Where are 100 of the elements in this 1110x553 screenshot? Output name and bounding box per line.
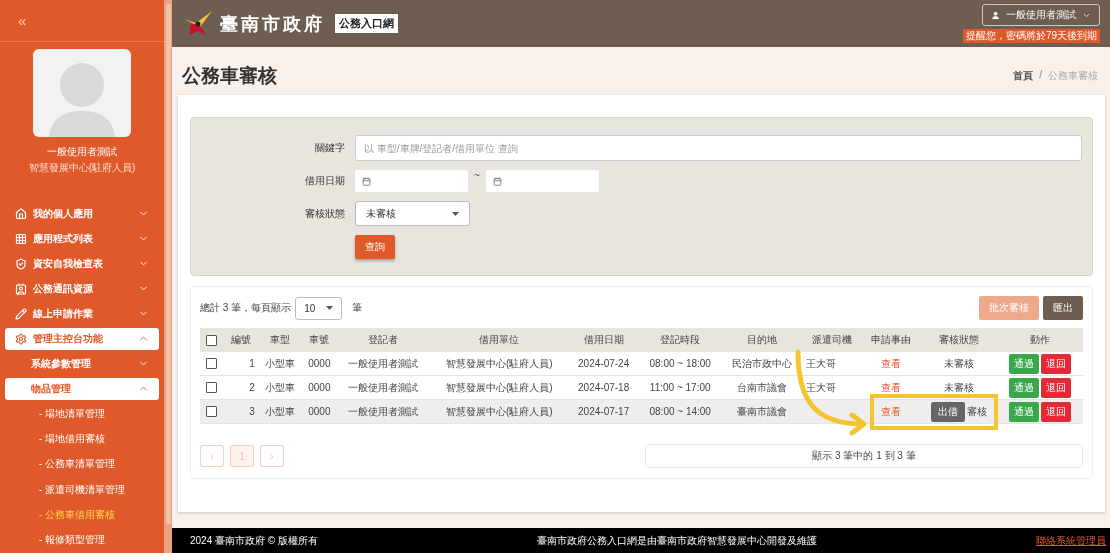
column-header: 登記者 [336,328,431,352]
table-cell: 2024-07-18 [568,375,639,400]
row-checkbox[interactable] [206,406,218,418]
menu-item[interactable]: 管理主控台功能 [5,327,159,350]
site-name: 臺南市政府 [220,11,325,36]
user-name: 一般使用者測試 [46,145,118,160]
approve-button[interactable]: 通過 [1008,353,1039,374]
date-field[interactable] [355,170,468,192]
table-cell: 民治市政中心 [721,352,803,376]
status-text: 未審核 [943,357,974,369]
shield-icon [15,257,27,270]
scrollbar-thumb[interactable] [165,4,171,524]
caret-icon [326,306,334,310]
table-cell: 08:00 ~ 14:00 [638,399,722,424]
status-text: 審核 [966,405,987,417]
calendar-icon [492,176,502,186]
table-cell: 小型車 [257,352,302,376]
date-field[interactable] [485,170,599,192]
column-header: 申請事由 [861,328,921,352]
caret-icon [452,211,459,216]
table-row[interactable]: 1 小型車 0000 一般使用者測試 智慧發展中心(駐府人員) 2024-07-24 08:00 ~ 18:00 民治市政中心 王大哥 查看 未審核 通過 退回 [200,352,1083,376]
menu-item[interactable]: 公務通訊資源 [5,277,159,300]
select-all-checkbox[interactable] [206,334,218,346]
approve-button[interactable]: 通過 [1008,377,1039,398]
logo-icon [182,10,214,37]
table-cell: 1 [223,352,258,376]
table-cell: 一般使用者測試 [336,352,431,376]
export-button[interactable]: 匯出 [1043,296,1083,320]
column-header: 派遣司機 [802,328,862,352]
field-label: 借用日期 [304,174,345,188]
submenu-item[interactable]: - 場地借用審核 [5,426,159,452]
field-label: 關鍵字 [314,141,345,155]
menu-item[interactable]: 物品管理 [5,377,159,400]
user-icon [991,10,1000,20]
table-cell: 一般使用者測試 [336,399,431,424]
submenu-item[interactable]: - 報修類型管理 [5,527,159,553]
table-cell: 2024-07-24 [568,352,639,376]
table-cell: 0000 [302,375,337,400]
breadcrumb-link[interactable]: 公務車審核 [1048,69,1098,83]
table-cell: 11:00 ~ 17:00 [638,375,722,400]
column-header: 車型 [257,328,302,352]
range-separator: ~ [474,170,480,181]
table-cell: 臺南市議會 [721,399,803,424]
row-checkbox[interactable] [206,358,218,370]
table-cell: 王大哥 [802,375,862,400]
column-header: 編號 [223,328,258,352]
table-cell: 2024-07-17 [568,399,639,424]
tooltip: 出借 [930,401,965,422]
search-button[interactable]: 查詢 [355,235,395,259]
field-label: 審核狀態 [304,206,345,221]
user-menu-button[interactable]: 一般使用者測試 [982,4,1100,26]
menu-item[interactable]: 線上申請作業 [5,302,159,325]
table-cell: 一般使用者測試 [336,375,431,400]
table-cell: 台南市議會 [721,375,803,400]
column-header: 審核狀態 [920,328,997,352]
portal-badge: 公務入口網 [335,14,398,33]
user-unit: 智慧發展中心(駐府人員) [27,161,137,176]
reject-button[interactable]: 退回 [1040,377,1071,398]
password-notice: 提醒您，密碼將於79天後到期 [962,29,1100,43]
column-header: 登記時段 [638,328,722,352]
table-cell: 智慧發展中心(駐府人員) [430,399,569,424]
table-cell: 小型車 [257,375,302,400]
record-summary: 顯示 3 筆中的 1 到 3 筆 [645,444,1083,468]
status-select[interactable]: 未審核 [355,201,470,226]
table-cell: 智慧發展中心(駐府人員) [430,352,569,376]
menu-item[interactable]: 我的個人應用 [5,202,159,225]
keyword-field[interactable]: 以 車型/車牌/登記者/借用單位 查詢 [355,135,1082,161]
pen-icon [15,307,27,320]
page-size-select[interactable]: 10 [295,296,343,320]
copyright-text: 2024 臺南市政府 © 版權所有 [190,533,318,548]
reject-button[interactable]: 退回 [1040,401,1071,422]
batch-review-button[interactable]: 批次審核 [979,296,1039,320]
contact-admin-link[interactable]: 聯絡系統管理員 [1036,533,1106,548]
view-link[interactable]: 查看 [881,381,902,393]
column-header: 車號 [302,328,337,352]
table-cell: 08:00 ~ 18:00 [638,352,722,376]
row-checkbox[interactable] [206,382,218,394]
submenu-item[interactable]: - 派遣司機清單管理 [5,477,159,503]
table-cell: 智慧發展中心(駐府人員) [430,375,569,400]
column-header: 借用日期 [568,328,639,352]
view-link[interactable]: 查看 [881,405,902,417]
menu-item[interactable]: 資安自我檢查表 [5,252,159,275]
column-header: 借用單位 [430,328,569,352]
breadcrumb-link[interactable]: 首頁 [1013,69,1034,83]
menu-item[interactable]: 系統參數管理 [5,352,159,375]
submenu-item[interactable]: - 公務車借用審核 [5,502,159,528]
column-header: 目的地 [721,328,803,352]
calendar-icon [362,176,371,186]
home-icon [15,207,27,220]
menu-item[interactable]: 應用程式列表 [5,227,159,250]
approve-button[interactable]: 通過 [1008,401,1039,422]
submenu-item[interactable]: - 場地清單管理 [5,401,159,427]
reject-button[interactable]: 退回 [1040,353,1071,374]
settings-icon [15,332,27,345]
status-text: 未審核 [943,381,974,393]
table-cell: 2 [223,375,258,400]
view-link[interactable]: 查看 [881,357,902,369]
table-cell: 0000 [302,352,337,376]
submenu-item[interactable]: - 公務車清單管理 [5,451,159,478]
breadcrumb-separator: / [1039,69,1042,82]
